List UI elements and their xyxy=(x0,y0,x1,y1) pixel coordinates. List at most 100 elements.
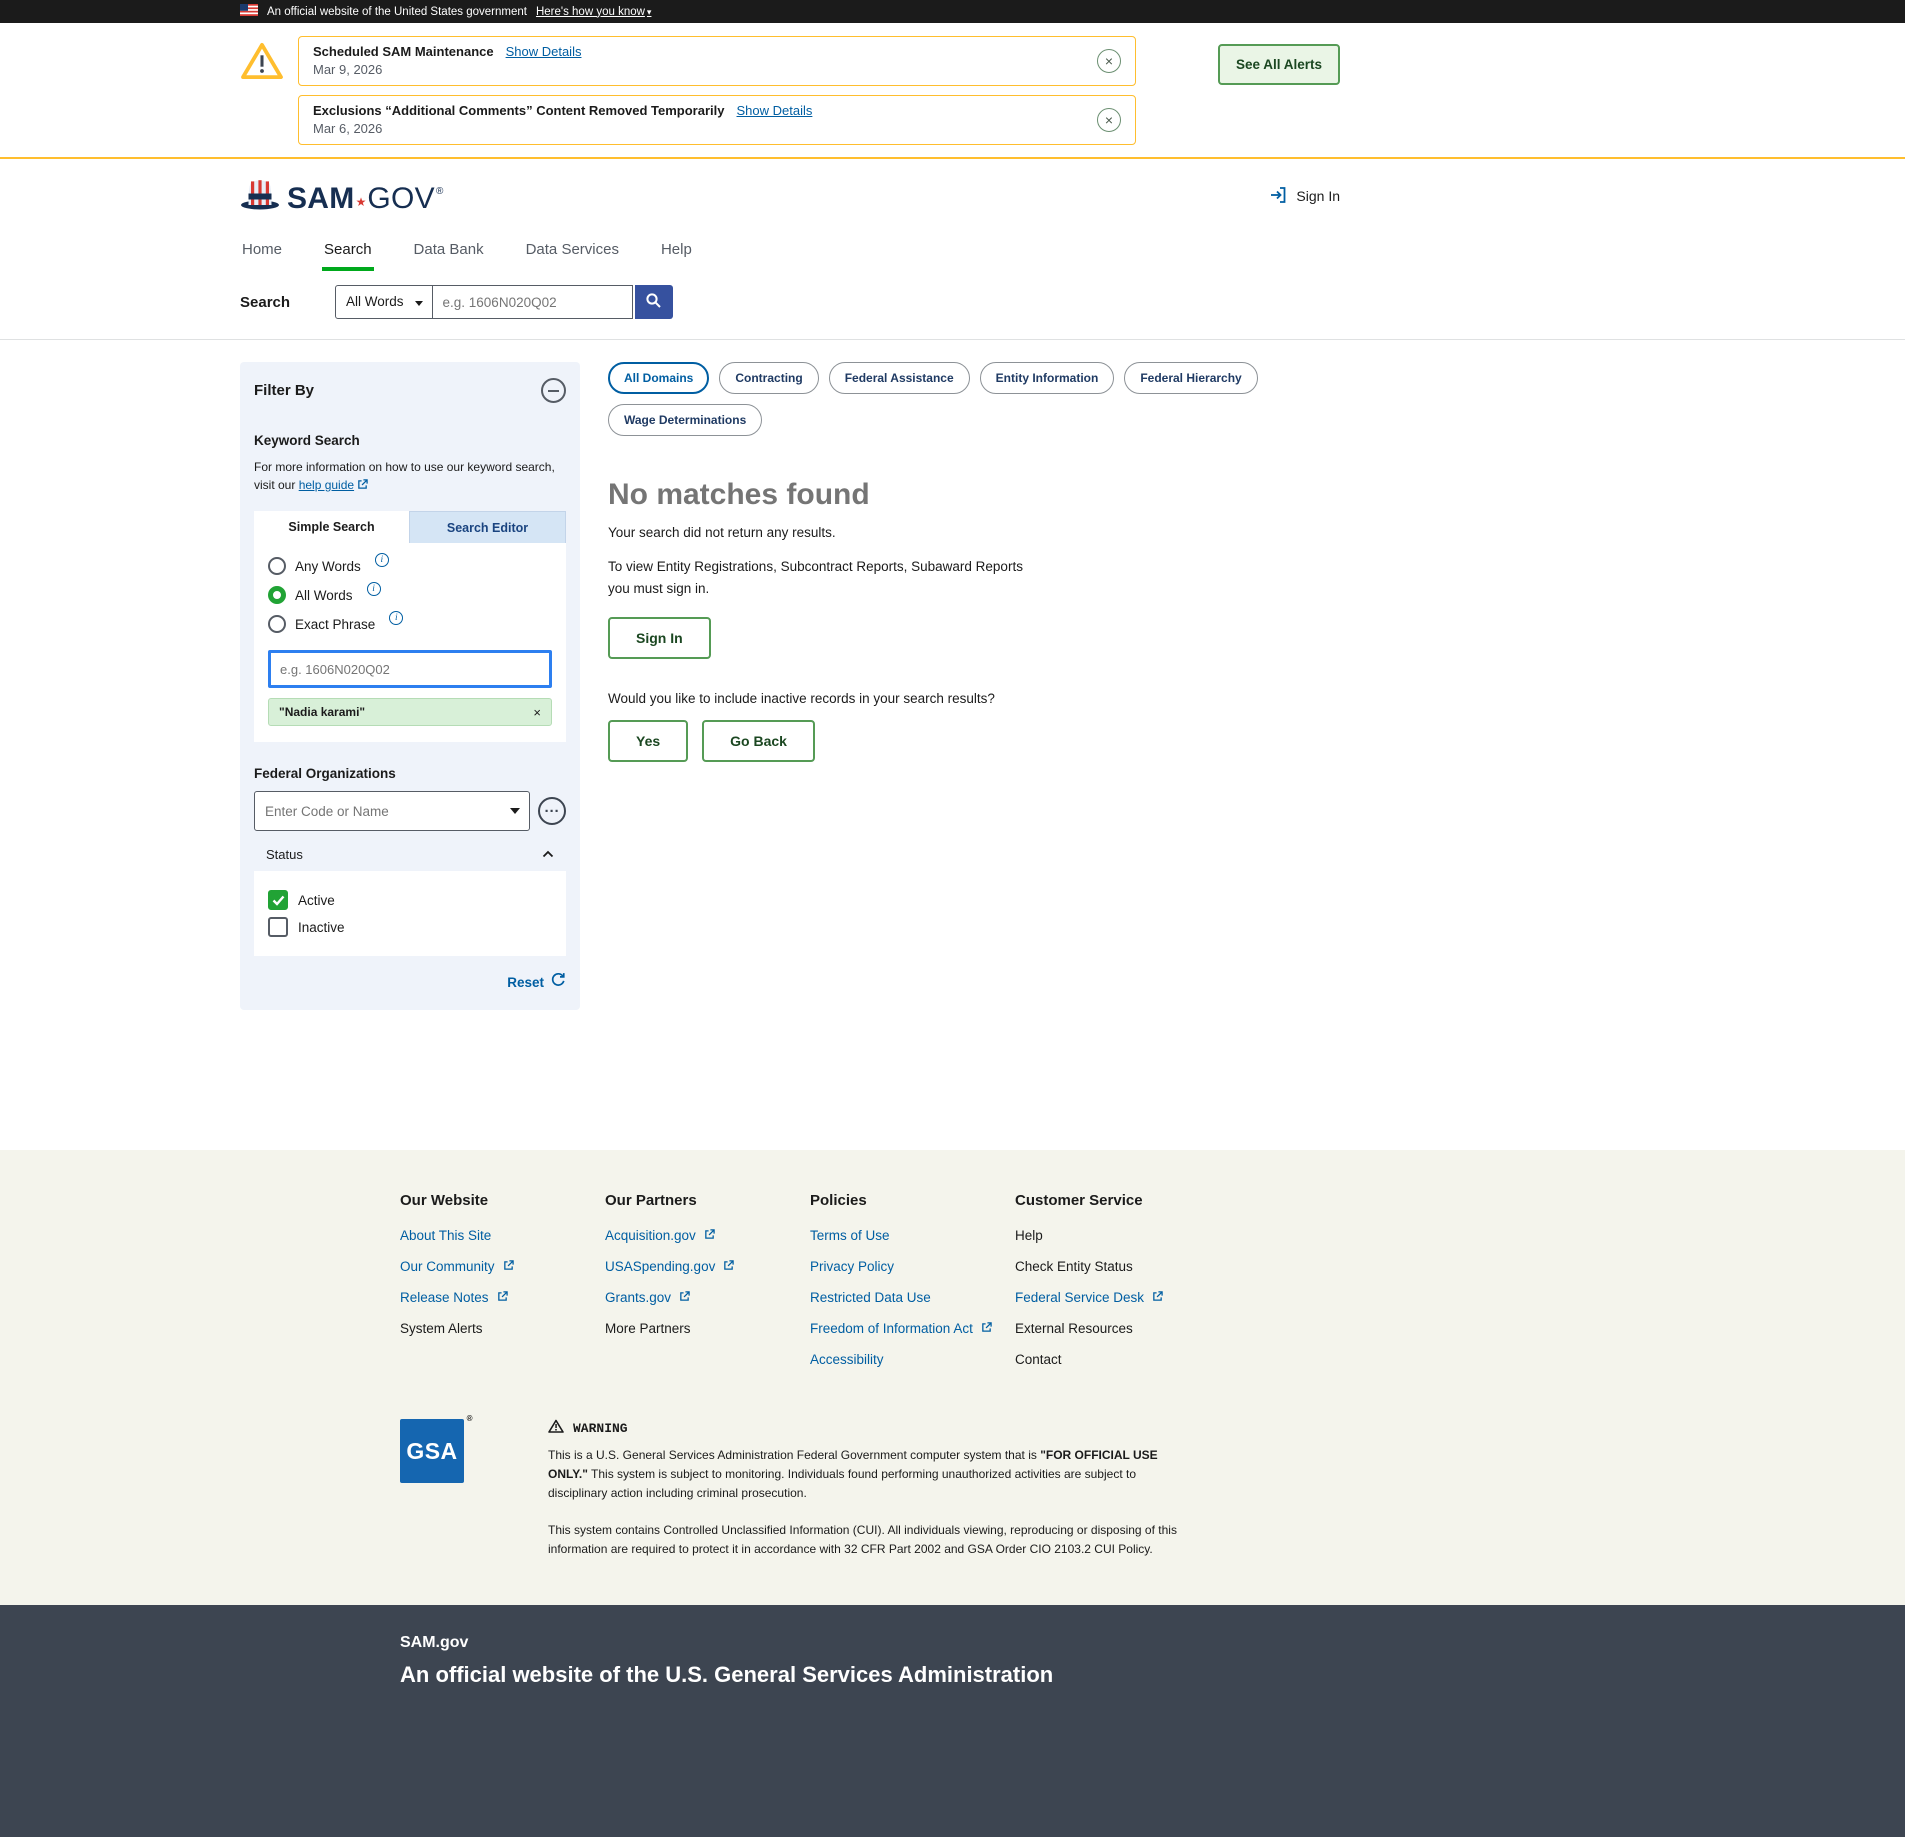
warning-paragraph-2: This system contains Controlled Unclassi… xyxy=(548,1521,1198,1559)
chevron-down-icon xyxy=(510,808,520,819)
footer-link-terms-of-use[interactable]: Terms of Use xyxy=(810,1228,890,1243)
checkbox-active[interactable]: Active xyxy=(268,890,552,910)
footer-link-our-community[interactable]: Our Community xyxy=(400,1259,514,1274)
pill-entity-information[interactable]: Entity Information xyxy=(980,362,1115,394)
pill-wage-determinations[interactable]: Wage Determinations xyxy=(608,404,762,436)
alert-close-icon[interactable]: × xyxy=(1097,108,1121,132)
alert-date: Mar 9, 2026 xyxy=(313,62,1081,77)
tab-simple-search[interactable]: Simple Search xyxy=(254,511,409,543)
alert-title: Exclusions “Additional Comments” Content… xyxy=(313,103,725,118)
logo-gov: GOV xyxy=(367,182,435,216)
federal-orgs-more-icon[interactable]: ··· xyxy=(538,797,566,825)
checkbox-label: Active xyxy=(298,893,335,908)
checkbox-unchecked-icon xyxy=(268,917,288,937)
pill-federal-hierarchy[interactable]: Federal Hierarchy xyxy=(1124,362,1257,394)
go-back-button[interactable]: Go Back xyxy=(702,720,815,762)
search-submit-button[interactable] xyxy=(635,285,673,319)
pill-all-domains[interactable]: All Domains xyxy=(608,362,709,394)
keyword-input[interactable] xyxy=(268,650,552,688)
sign-in-icon xyxy=(1268,185,1288,208)
collapse-filters-icon[interactable] xyxy=(541,378,566,403)
site-footer: Our Website About This Site Our Communit… xyxy=(0,1150,1905,1605)
nav-search[interactable]: Search xyxy=(322,233,374,271)
alert-date: Mar 6, 2026 xyxy=(313,121,1081,136)
checkbox-checked-icon xyxy=(268,890,288,910)
reset-icon[interactable] xyxy=(551,972,566,992)
radio-any-words[interactable]: Any Words i xyxy=(268,557,552,575)
nav-data-services[interactable]: Data Services xyxy=(524,233,621,271)
pill-federal-assistance[interactable]: Federal Assistance xyxy=(829,362,970,394)
footer-col-title: Customer Service xyxy=(1015,1192,1220,1209)
footer-link-check-entity-status[interactable]: Check Entity Status xyxy=(1015,1259,1133,1274)
footer-link-foia[interactable]: Freedom of Information Act xyxy=(810,1321,992,1336)
footer-link-privacy-policy[interactable]: Privacy Policy xyxy=(810,1259,894,1274)
footer-link-help[interactable]: Help xyxy=(1015,1228,1043,1243)
radio-exact-phrase[interactable]: Exact Phrase i xyxy=(268,615,552,633)
footer-link-restricted-data-use[interactable]: Restricted Data Use xyxy=(810,1290,931,1305)
search-input[interactable] xyxy=(433,285,633,319)
domain-pills: All Domains Contracting Federal Assistan… xyxy=(608,362,1340,436)
federal-orgs-input[interactable] xyxy=(254,791,530,831)
external-link-icon xyxy=(981,1321,992,1336)
nav-data-bank[interactable]: Data Bank xyxy=(412,233,486,271)
alert-title: Scheduled SAM Maintenance xyxy=(313,44,494,59)
help-guide-link[interactable]: help guide xyxy=(299,478,368,492)
nav-home[interactable]: Home xyxy=(240,233,284,271)
footer-link-release-notes[interactable]: Release Notes xyxy=(400,1290,508,1305)
yes-button[interactable]: Yes xyxy=(608,720,688,762)
external-link-icon xyxy=(503,1259,514,1274)
logo-text: SAM ★ GOV ® xyxy=(287,182,443,216)
chip-remove-icon[interactable]: × xyxy=(533,706,541,719)
radio-circle xyxy=(268,557,286,575)
search-mode-select[interactable]: All Words xyxy=(335,285,433,319)
warning-block: WARNING This is a U.S. General Services … xyxy=(548,1419,1198,1559)
footer-col-policies: Policies Terms of Use Privacy Policy Res… xyxy=(810,1192,1015,1383)
search-label: Search xyxy=(240,294,335,311)
gsa-logo: GSA ® xyxy=(400,1419,464,1483)
keyword-search-title: Keyword Search xyxy=(254,433,566,448)
no-matches-subtitle: Your search did not return any results. xyxy=(608,525,1340,540)
footer-link-usaspending-gov[interactable]: USASpending.gov xyxy=(605,1259,734,1274)
footer-link-grants-gov[interactable]: Grants.gov xyxy=(605,1290,690,1305)
external-link-icon xyxy=(723,1259,734,1274)
footer-link-acquisition-gov[interactable]: Acquisition.gov xyxy=(605,1228,715,1243)
nav-help[interactable]: Help xyxy=(659,233,694,271)
radio-label: Any Words xyxy=(295,559,361,574)
pill-contracting[interactable]: Contracting xyxy=(719,362,818,394)
sign-in-button[interactable]: Sign In xyxy=(608,617,711,659)
info-icon[interactable]: i xyxy=(375,553,389,567)
info-icon[interactable]: i xyxy=(367,582,381,596)
info-icon[interactable]: i xyxy=(389,611,403,625)
warning-paragraph-1: This is a U.S. General Services Administ… xyxy=(548,1446,1198,1504)
footer-link-more-partners[interactable]: More Partners xyxy=(605,1321,691,1336)
radio-all-words[interactable]: All Words i xyxy=(268,586,552,604)
uncle-sam-hat-icon xyxy=(240,177,280,216)
footer-link-federal-service-desk[interactable]: Federal Service Desk xyxy=(1015,1290,1163,1305)
gsa-logo-text: GSA xyxy=(406,1438,457,1465)
reset-filters-link[interactable]: Reset xyxy=(507,975,544,990)
tab-search-editor[interactable]: Search Editor xyxy=(409,511,566,543)
footer-link-system-alerts[interactable]: System Alerts xyxy=(400,1321,483,1336)
footer-link-external-resources[interactable]: External Resources xyxy=(1015,1321,1133,1336)
sign-in-label: Sign In xyxy=(1296,188,1340,204)
footer-col-our-partners: Our Partners Acquisition.gov USASpending… xyxy=(605,1192,810,1383)
logo-star-icon: ★ xyxy=(356,196,367,208)
see-all-alerts-button[interactable]: See All Alerts xyxy=(1218,44,1340,85)
alert-show-details-link[interactable]: Show Details xyxy=(506,44,582,59)
alert-show-details-link[interactable]: Show Details xyxy=(737,103,813,118)
footer-link-accessibility[interactable]: Accessibility xyxy=(810,1352,884,1367)
chevron-down-icon xyxy=(415,301,423,310)
alert-close-icon[interactable]: × xyxy=(1097,49,1121,73)
external-link-icon xyxy=(704,1228,715,1243)
search-bar-section: Search All Words xyxy=(0,271,1905,340)
sam-gov-logo[interactable]: SAM ★ GOV ® xyxy=(240,177,443,216)
sign-in-link[interactable]: Sign In xyxy=(1268,185,1340,208)
gov-banner-how-link[interactable]: Here's how you know▾ xyxy=(536,6,651,18)
footer-link-about-this-site[interactable]: About This Site xyxy=(400,1228,491,1243)
status-accordion-header[interactable]: Status xyxy=(254,831,566,871)
footer-link-contact[interactable]: Contact xyxy=(1015,1352,1062,1367)
keyword-chip: "Nadia karami" × xyxy=(268,698,552,726)
radio-label: All Words xyxy=(295,588,353,603)
checkbox-inactive[interactable]: Inactive xyxy=(268,917,552,937)
radio-circle-selected xyxy=(268,586,286,604)
